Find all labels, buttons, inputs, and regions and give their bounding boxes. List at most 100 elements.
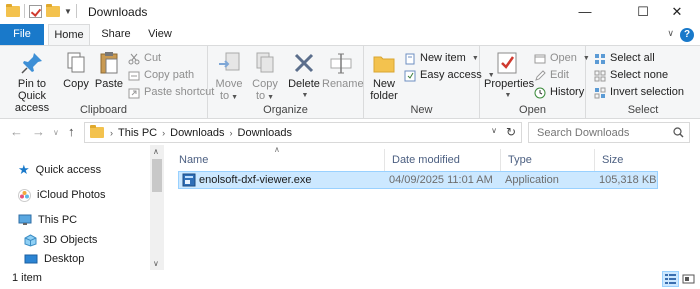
select-group: Select all Select none Invert selection … [586,46,700,119]
cut-label: Cut [144,52,162,64]
tab-share[interactable]: Share [96,24,136,45]
paste-shortcut-icon [128,88,140,98]
tab-file[interactable]: File [0,24,44,45]
file-list: ∧ Name Date modified Type Size enolsoft-… [166,145,700,270]
window-title: Downloads [88,5,148,19]
select-none-icon [594,70,606,81]
refresh-icon[interactable]: ↻ [506,125,516,139]
clipboard-group: Pin to Quick access Copy Paste Cut Copy … [0,46,214,119]
nav-item-label: This PC [38,214,78,226]
history-button[interactable]: History [534,84,584,101]
move-to-label-line1: Move [215,78,243,90]
select-none-button[interactable]: Select none [594,67,668,84]
history-label: History [550,86,585,98]
breadcrumb-this-pc[interactable]: This PC [118,127,157,139]
scrollbar-thumb[interactable] [152,159,162,192]
new-item-label: New item [420,52,466,64]
forward-arrow-icon[interactable]: → [32,124,45,139]
delete-button[interactable]: Delete ▼ [288,50,320,102]
address-bar[interactable]: › This PC › Downloads › Downloads ∨ ↻ [84,122,522,143]
navigation-pane: ★ Quick access iCloud Photos This PC 3D … [0,145,164,270]
breadcrumb-downloads[interactable]: Downloads [170,127,224,139]
properties-chevron-icon: ▼ [504,92,512,99]
title-bar: ▼ Downloads — ☐ ✕ [0,0,700,24]
status-bar: 1 item [0,270,700,289]
nav-item-label: Desktop [44,253,85,265]
recent-locations-chevron-icon[interactable]: ∨ [53,128,59,137]
select-all-button[interactable]: Select all [594,50,655,67]
copy-button[interactable]: Copy [62,50,90,90]
copy-path-button[interactable]: Copy path [128,67,194,84]
rename-icon [330,53,352,74]
nav-item-icloud-photos[interactable]: iCloud Photos [18,186,106,204]
copy-path-label: Copy path [144,69,195,81]
nav-item-3d-objects[interactable]: 3D Objects [24,231,97,249]
copy-to-button[interactable]: Copy to ▼ [250,50,280,104]
copy-to-label-line1: Copy [252,78,278,90]
close-button[interactable]: ✕ [654,0,700,24]
ribbon-collapse-chevron-icon[interactable]: ∨ [667,28,674,39]
customize-toolbar-chevron-icon[interactable]: ▼ [64,7,72,16]
column-header-type[interactable]: Type [500,149,594,171]
tab-home[interactable]: Home [48,24,90,46]
breadcrumb-chevron-icon[interactable]: › [110,128,113,138]
invert-selection-label: Invert selection [610,86,684,98]
search-input[interactable] [528,122,690,143]
back-arrow-icon[interactable]: ← [10,124,23,139]
move-to-label-line2: to [219,90,230,102]
quick-access-toolbar: ▼ [6,3,77,18]
minimize-button[interactable]: — [562,0,608,24]
tab-view[interactable]: View [142,24,178,45]
address-folder-icon [90,125,104,138]
new-item-icon [405,53,415,64]
new-folder-quick-icon[interactable] [46,3,60,17]
column-header-name[interactable]: Name [172,149,384,171]
scroll-up-chevron-icon[interactable]: ∧ [153,147,159,156]
breadcrumb-chevron-icon[interactable]: › [162,128,165,138]
column-header-size[interactable]: Size [594,149,664,171]
select-group-label: Select [627,104,659,116]
properties-button[interactable]: Properties ▼ [484,50,534,102]
new-group-label: New [410,104,433,116]
file-type: Application [505,174,559,186]
table-row[interactable]: enolsoft-dxf-viewer.exe 04/09/2025 11:01… [178,171,658,189]
select-all-label: Select all [610,52,655,64]
star-icon: ★ [18,162,30,177]
cut-button[interactable]: Cut [128,50,161,67]
breadcrumb-chevron-icon[interactable]: › [230,128,233,138]
move-to-button[interactable]: Move to ▼ [214,50,244,104]
nav-item-quick-access[interactable]: ★ Quick access [18,161,101,179]
move-to-icon [219,52,240,71]
nav-pane-scrollbar[interactable]: ∧ ∨ [150,145,164,270]
scroll-down-chevron-icon[interactable]: ∨ [153,259,159,268]
new-item-button[interactable]: New item ▼ [404,50,479,67]
paste-shortcut-button[interactable]: Paste shortcut [128,84,214,101]
file-name: enolsoft-dxf-viewer.exe [199,174,312,186]
rename-label: Rename [322,78,364,90]
new-folder-button[interactable]: New folder [368,50,400,102]
organize-group: Move to ▼ Copy to ▼ Delete ▼ Rename Orga… [208,46,364,119]
help-button[interactable]: ? [680,28,694,42]
easy-access-label: Easy access [420,69,482,81]
up-arrow-icon[interactable]: ↑ [68,124,75,139]
invert-selection-button[interactable]: Invert selection [594,84,684,101]
open-group: Properties ▼ Open ▼ Edit History Open [480,46,590,119]
address-history-chevron-icon[interactable]: ∨ [491,126,497,135]
edit-label: Edit [550,69,569,81]
edit-button[interactable]: Edit [534,67,569,84]
open-button[interactable]: Open ▼ [534,50,590,67]
paste-button[interactable]: Paste [94,50,124,90]
details-view-button[interactable] [662,271,679,287]
open-label: Open [550,52,577,64]
copy-to-chevron-icon: ▼ [267,94,275,101]
large-icons-view-button[interactable] [680,271,697,287]
select-none-label: Select none [610,69,669,81]
breadcrumb-downloads-current[interactable]: Downloads [238,127,292,139]
new-folder-icon [373,56,395,73]
nav-item-this-pc[interactable]: This PC [18,211,77,229]
column-header-date-modified[interactable]: Date modified [384,149,500,171]
rename-button[interactable]: Rename [322,50,364,90]
properties-check-icon[interactable] [29,4,42,18]
nav-item-desktop[interactable]: Desktop [24,250,84,268]
copy-icon [67,52,85,73]
